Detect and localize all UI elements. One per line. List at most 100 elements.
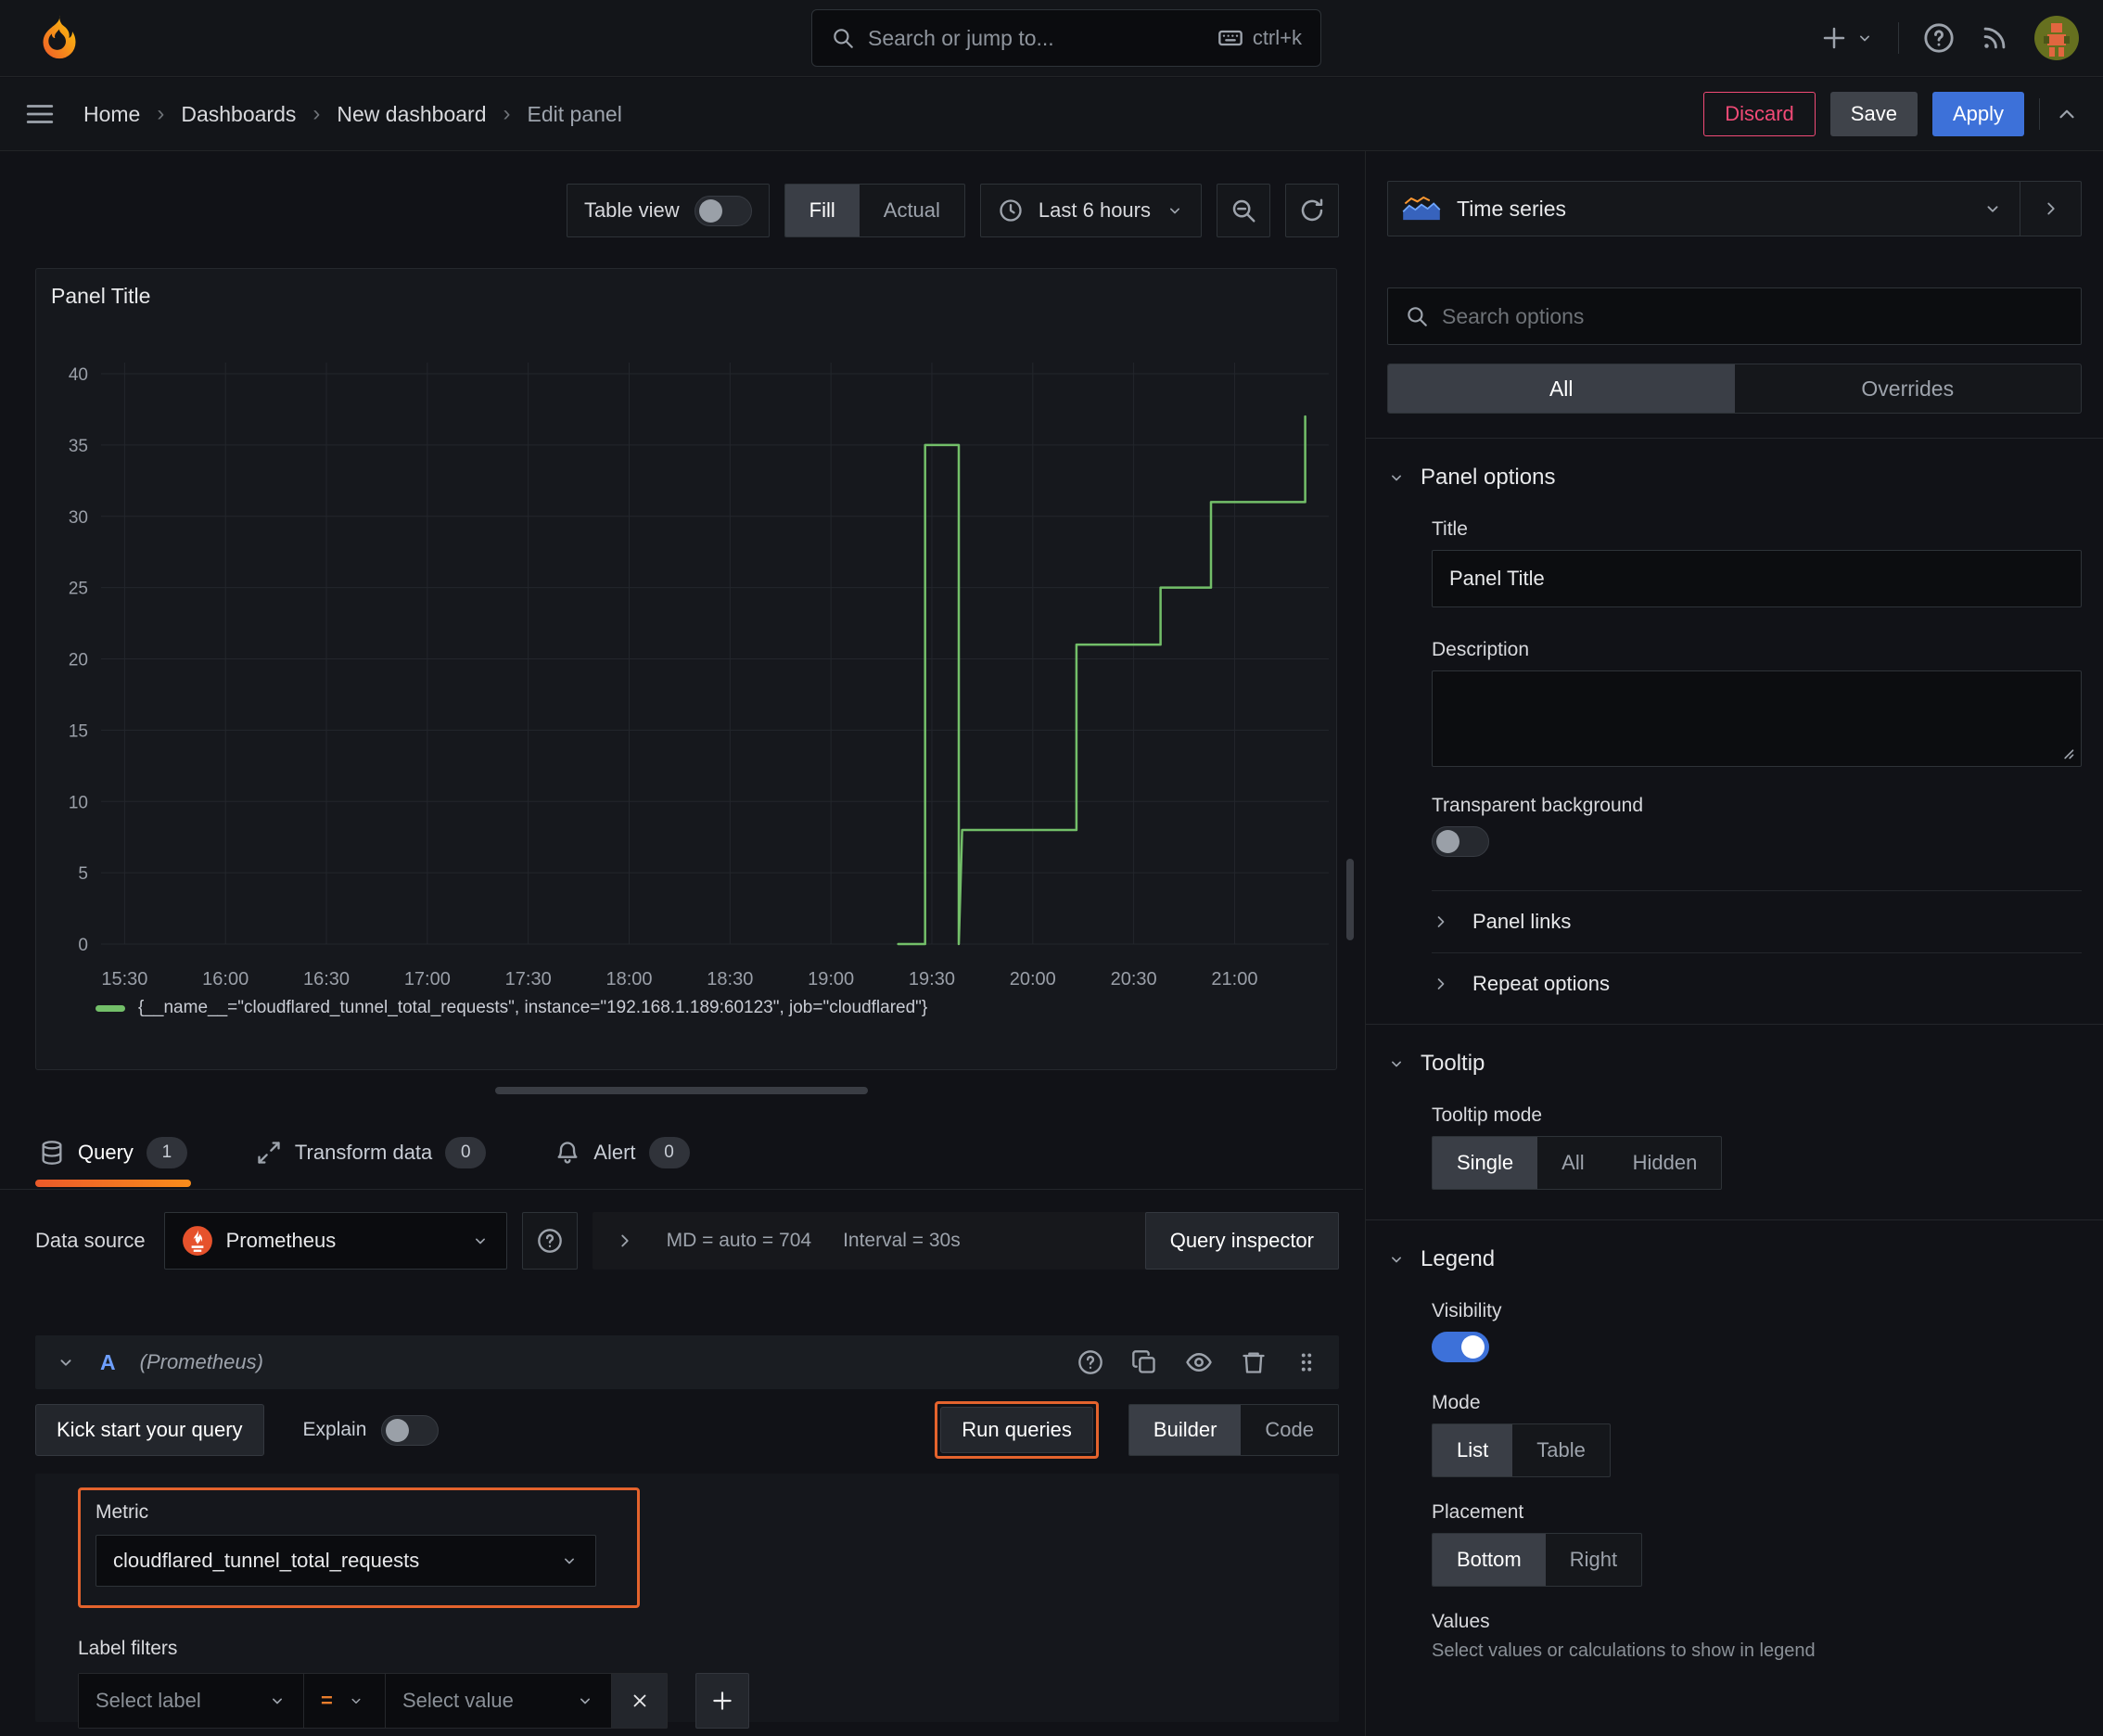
legend-list-option[interactable]: List (1433, 1424, 1513, 1476)
breadcrumb-new-dashboard[interactable]: New dashboard (337, 102, 486, 127)
code-option[interactable]: Code (1241, 1405, 1338, 1455)
transparent-bg-toggle[interactable] (1432, 826, 1489, 857)
visualization-picker[interactable]: Time series (1387, 181, 2082, 236)
tab-transform-data[interactable]: Transform data 0 (252, 1117, 490, 1189)
select-value-dropdown[interactable]: Select value (386, 1673, 612, 1729)
description-label: Description (1432, 639, 1530, 660)
eye-icon[interactable] (1185, 1348, 1213, 1376)
chevron-down-icon (273, 1698, 282, 1704)
scrollbar-thumb[interactable] (1346, 859, 1354, 940)
legend-placement-segmented: Bottom Right (1432, 1533, 1643, 1587)
datasource-label: Data source (35, 1229, 146, 1252)
user-avatar[interactable] (2034, 16, 2079, 60)
breadcrumb-dashboards[interactable]: Dashboards (181, 102, 296, 127)
run-queries-button[interactable]: Run queries (940, 1407, 1093, 1453)
global-search-input[interactable]: Search or jump to... ctrl+k (811, 9, 1321, 67)
refresh-button[interactable] (1285, 184, 1339, 237)
tab-alert[interactable]: Alert 0 (551, 1117, 693, 1189)
query-editor-card: A (Prometheus) Kick start your query Exp… (35, 1335, 1339, 1729)
chevron-right-icon[interactable] (615, 1231, 635, 1251)
table-view-toggle[interactable] (694, 195, 752, 226)
grafana-edit-panel-screen: Search or jump to... ctrl+k Home › Dashb (0, 0, 2103, 1736)
max-datapoints-value: MD = auto = 704 (666, 1230, 812, 1251)
query-inspector-button[interactable]: Query inspector (1144, 1212, 1339, 1270)
panel-title-input[interactable] (1432, 550, 2082, 607)
drag-handle-icon[interactable] (1294, 1350, 1319, 1374)
legend-mode-label: Mode (1432, 1392, 1481, 1413)
tooltip-single-option[interactable]: Single (1433, 1137, 1538, 1189)
breadcrumb-home[interactable]: Home (83, 102, 140, 127)
actual-option[interactable]: Actual (860, 185, 964, 236)
all-tab[interactable]: All (1388, 364, 1735, 413)
placement-right-option[interactable]: Right (1546, 1534, 1641, 1586)
chevron-right-icon (2046, 202, 2055, 215)
zoom-out-button[interactable] (1217, 184, 1270, 237)
tab-query[interactable]: Query 1 (35, 1117, 191, 1189)
chevron-down-icon (475, 1238, 485, 1245)
search-icon (1408, 307, 1427, 326)
time-series-chart[interactable]: 0 5 10 15 20 25 30 35 40 15:30 16:00 16:30 17:00 17:3… (36, 269, 1336, 1069)
add-filter-button[interactable] (695, 1673, 749, 1729)
breadcrumb: Home › Dashboards › New dashboard › Edit… (83, 101, 622, 127)
explain-toggle[interactable] (381, 1414, 440, 1446)
fill-option[interactable]: Fill (784, 185, 860, 236)
resize-corner-icon[interactable] (2057, 742, 2075, 760)
legend-visibility-toggle[interactable] (1432, 1332, 1489, 1362)
collapse-options-button[interactable] (2020, 182, 2081, 236)
search-placeholder: Search or jump to... (868, 25, 1054, 50)
svg-text:18:00: 18:00 (605, 969, 652, 989)
menu-icon[interactable] (24, 98, 56, 130)
all-overrides-segmented: All Overrides (1387, 364, 2082, 414)
explain-label: Explain (302, 1419, 367, 1440)
remove-filter-button[interactable] (612, 1673, 668, 1729)
fill-actual-segmented: Fill Actual (784, 184, 965, 237)
new-menu-button[interactable] (1820, 24, 1874, 52)
panel-links-section[interactable]: Panel links (1432, 891, 2082, 952)
overrides-tab[interactable]: Overrides (1735, 364, 2082, 413)
help-icon[interactable] (1923, 22, 1955, 54)
legend-section-header[interactable]: Legend (1387, 1246, 2082, 1272)
panel-options-section-header[interactable]: Panel options (1387, 465, 2082, 491)
chevron-down-icon[interactable] (56, 1352, 76, 1372)
promql-builder: Metric cloudflared_tunnel_total_requests… (35, 1474, 1339, 1729)
builder-option[interactable]: Builder (1128, 1405, 1242, 1455)
chevron-down-icon (1987, 206, 1998, 212)
news-rss-icon[interactable] (1979, 22, 2010, 54)
operator-dropdown[interactable]: = (304, 1673, 386, 1729)
datasource-row: Data source Prometheus MD = auto = 704 I… (35, 1211, 1339, 1270)
divider (2039, 98, 2040, 130)
datasource-picker[interactable]: Prometheus (163, 1212, 507, 1270)
query-actions-row: Kick start your query Explain Run querie… (35, 1401, 1339, 1459)
chevron-down-icon (1392, 1061, 1401, 1067)
svg-text:0: 0 (78, 936, 88, 955)
panel-options-title: Panel options (1421, 465, 1556, 490)
discard-button[interactable]: Discard (1703, 92, 1816, 136)
legend-series-dash[interactable] (96, 1004, 125, 1012)
time-range-picker[interactable]: Last 6 hours (979, 184, 1202, 237)
duplicate-icon[interactable] (1131, 1349, 1157, 1375)
panel-resize-handle[interactable] (495, 1087, 868, 1094)
legend-table-option[interactable]: Table (1512, 1424, 1610, 1476)
chevron-up-icon[interactable] (2055, 102, 2079, 126)
table-view-control: Table view (566, 184, 770, 237)
select-label-dropdown[interactable]: Select label (78, 1673, 304, 1729)
query-a-header[interactable]: A (Prometheus) (35, 1335, 1339, 1389)
description-textarea[interactable] (1432, 670, 2082, 767)
trash-icon[interactable] (1241, 1349, 1267, 1375)
tooltip-hidden-option[interactable]: Hidden (1609, 1137, 1722, 1189)
tooltip-all-option[interactable]: All (1537, 1137, 1608, 1189)
apply-button[interactable]: Apply (1931, 92, 2024, 136)
kick-start-query-button[interactable]: Kick start your query (35, 1404, 264, 1456)
metric-select[interactable]: cloudflared_tunnel_total_requests (96, 1535, 596, 1587)
repeat-options-section[interactable]: Repeat options (1432, 953, 2082, 1015)
builder-code-segmented: Builder Code (1128, 1404, 1339, 1456)
placement-bottom-option[interactable]: Bottom (1433, 1534, 1546, 1586)
grafana-logo-icon[interactable] (33, 12, 85, 64)
tooltip-section-header[interactable]: Tooltip (1387, 1051, 2082, 1077)
legend-series-label[interactable]: {__name__="cloudflared_tunnel_total_requ… (138, 998, 927, 1018)
datasource-help-button[interactable] (521, 1212, 578, 1270)
search-options-input[interactable] (1442, 303, 2064, 329)
help-icon[interactable] (1077, 1349, 1103, 1375)
edit-panel-main: Table view Fill Actual Last 6 hours Pane… (0, 151, 1363, 1736)
save-button[interactable]: Save (1829, 92, 1918, 136)
